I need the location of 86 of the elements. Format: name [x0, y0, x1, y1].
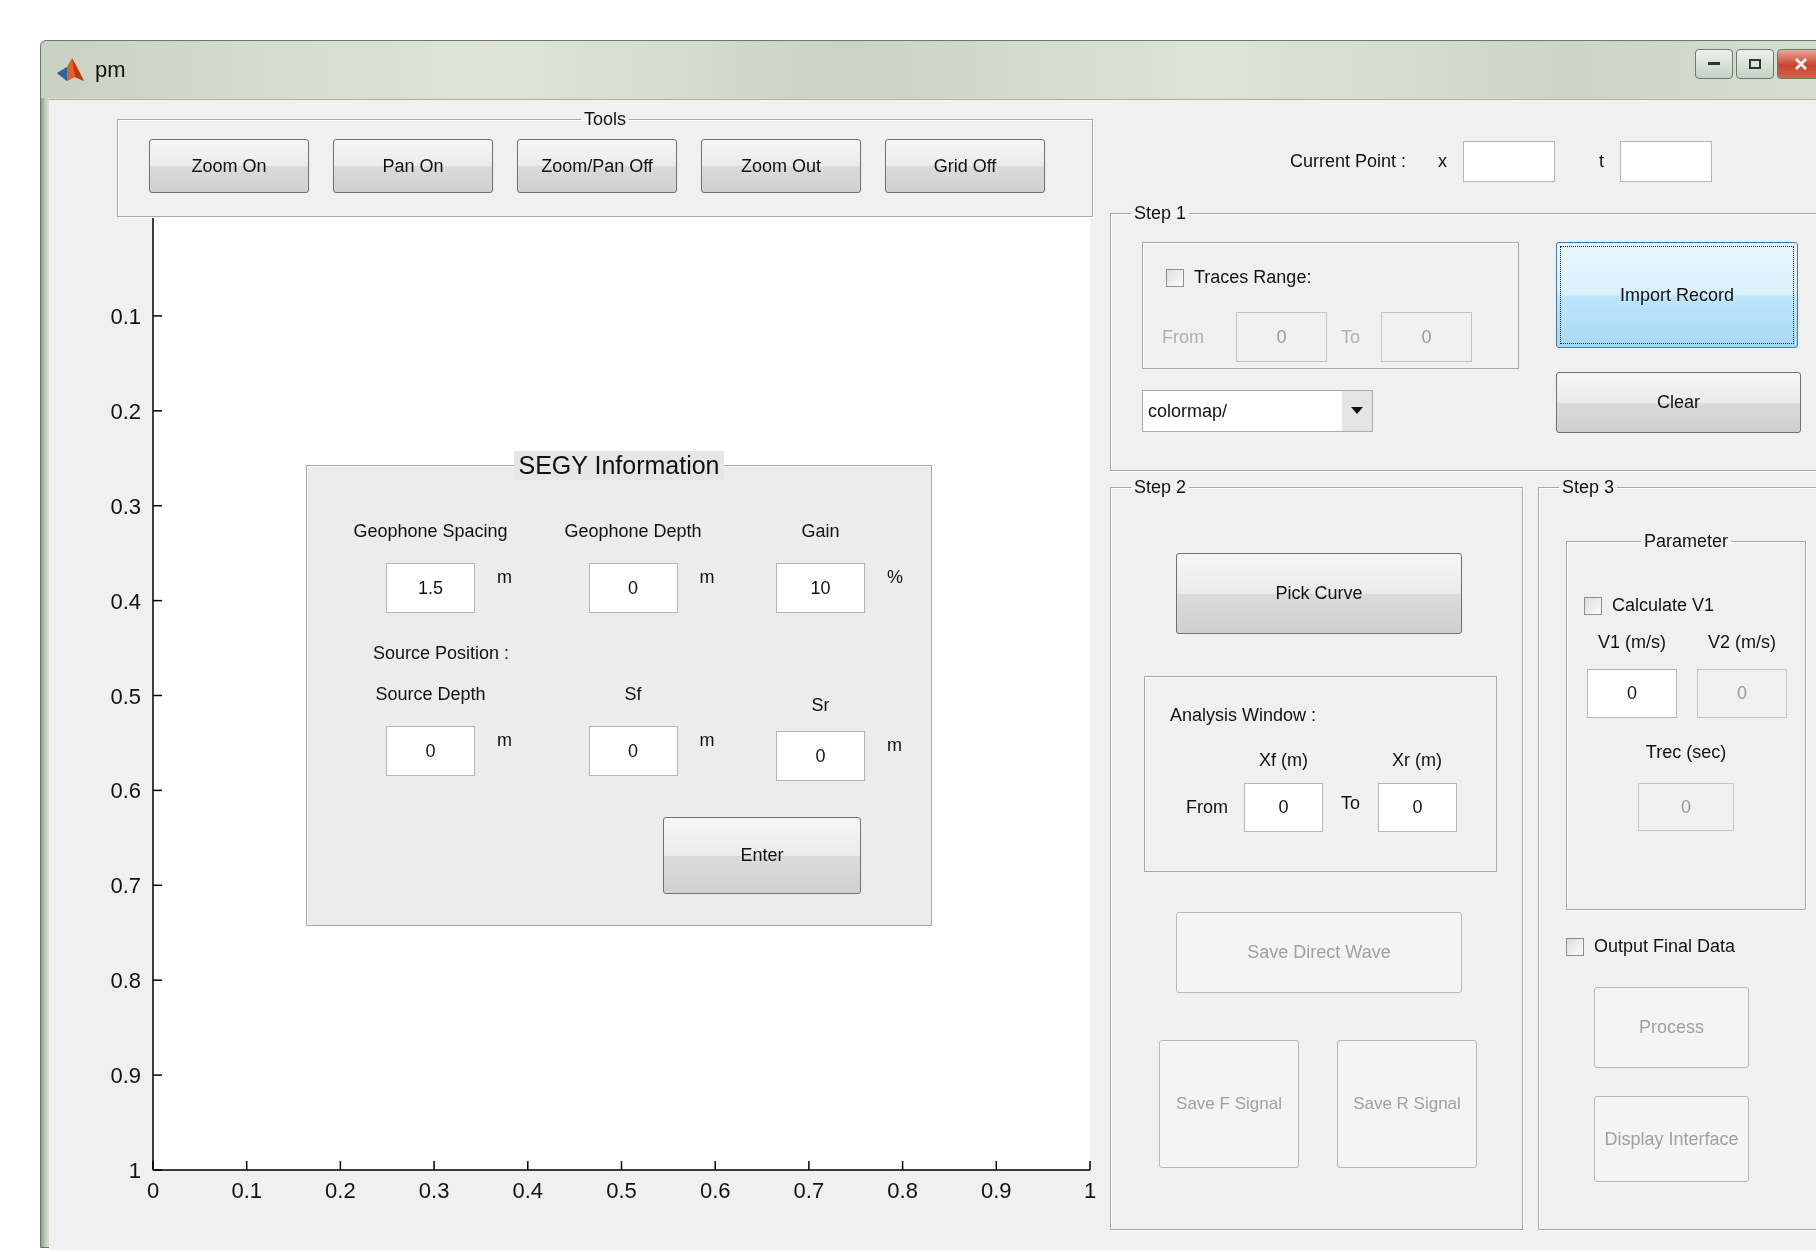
column-label: Xf (m): [1258, 749, 1309, 771]
field-label: Trec (sec): [1645, 742, 1727, 763]
caret-icon: [1351, 407, 1363, 415]
maximize-icon: [1749, 59, 1761, 69]
field-label: From: [1162, 326, 1205, 348]
tick-label: 0.9: [981, 1178, 1012, 1203]
field-label: Sr: [811, 694, 830, 716]
push-button[interactable]: Import Record: [1556, 242, 1798, 348]
field-label: Geophone Depth: [564, 520, 702, 542]
tick-label: 0.3: [418, 1178, 450, 1203]
minimize-icon: [1708, 62, 1720, 66]
field-label: Sf: [624, 683, 642, 705]
panel-title: Step 3: [1561, 477, 1616, 498]
push-button[interactable]: Enter: [663, 817, 861, 894]
tick-label: 0.9: [110, 1063, 141, 1089]
close-icon: [1794, 58, 1808, 70]
tick-label: 0.6: [110, 778, 141, 804]
panel-title: Analysis Window :: [1170, 704, 1318, 726]
field-label: To: [1340, 793, 1361, 814]
input-field[interactable]: 1.5: [386, 563, 475, 613]
current-point-label: Current Point :: [1290, 151, 1407, 172]
tick-label: 0.6: [699, 1178, 731, 1203]
input-field[interactable]: 0: [1378, 783, 1457, 832]
input-field[interactable]: 0: [588, 726, 678, 776]
field-label: To: [1341, 326, 1361, 348]
input-field[interactable]: 0: [776, 731, 865, 781]
tick-label: 0.4: [512, 1178, 544, 1203]
colormap-dropdown[interactable]: colormap/: [1142, 390, 1373, 432]
unit-label: m: [497, 730, 513, 751]
push-button[interactable]: Clear: [1556, 372, 1801, 433]
panel-title: SEGY Information: [514, 451, 724, 480]
field-label: Gain: [801, 520, 840, 542]
push-button[interactable]: Zoom Out: [701, 139, 861, 193]
field-label: Source Depth: [375, 683, 486, 705]
unit-label: m: [699, 567, 716, 588]
maximize-button[interactable]: [1736, 49, 1774, 79]
push-button[interactable]: Zoom/Pan Off: [517, 139, 677, 193]
checkbox-label: Output Final Data: [1594, 936, 1736, 957]
input-field[interactable]: [1463, 141, 1556, 182]
unit-label: %: [887, 567, 904, 588]
tick-label: 0.8: [887, 1178, 918, 1203]
tick-label: 0.5: [606, 1178, 637, 1203]
tick-label: 0.7: [110, 873, 141, 899]
tick-label: 0.2: [325, 1178, 356, 1203]
tick-label: 0.5: [110, 683, 141, 709]
panel-title: Step 2: [1133, 477, 1188, 498]
tick-label: 0.2: [110, 398, 141, 424]
tick-label: 0.4: [110, 588, 141, 614]
tick-label: 0: [146, 1178, 160, 1203]
input-field[interactable]: 0: [1587, 669, 1677, 718]
tick-label: 0.8: [110, 968, 141, 994]
field-label: x: [1438, 151, 1448, 172]
input-field[interactable]: [1620, 141, 1713, 182]
push-button[interactable]: Zoom On: [149, 139, 309, 193]
unit-label: m: [887, 735, 903, 756]
field-label: t: [1599, 151, 1605, 172]
push-button[interactable]: Grid Off: [885, 139, 1045, 193]
push-button[interactable]: Pick Curve: [1176, 553, 1462, 634]
minimize-button[interactable]: [1695, 49, 1733, 79]
tick-label: 0.3: [110, 493, 141, 519]
panel-title: Step 1: [1133, 203, 1188, 224]
tick-label: 1: [1083, 1178, 1097, 1203]
field-label: V2 (m/s): [1708, 632, 1776, 653]
checkbox-label: Calculate V1: [1612, 595, 1715, 616]
section-label: Source Position :: [373, 642, 511, 664]
field-label: From: [1186, 797, 1229, 818]
tick-label: 0.7: [793, 1178, 825, 1203]
input-field[interactable]: 10: [776, 563, 865, 613]
tick-label: 0.1: [231, 1178, 262, 1203]
input-field[interactable]: 0: [386, 726, 475, 776]
unit-label: m: [497, 567, 513, 588]
input-field[interactable]: 0: [1244, 783, 1323, 832]
tick-label: 0.1: [110, 303, 141, 329]
checkbox[interactable]: [1584, 596, 1602, 615]
input-field[interactable]: 0: [588, 563, 678, 613]
panel-title: Parameter: [1642, 531, 1729, 552]
field-label: Geophone Spacing: [353, 520, 508, 542]
unit-label: m: [699, 730, 716, 751]
checkbox[interactable]: [1566, 937, 1584, 956]
window-title: pm: [95, 56, 126, 83]
field-label: V1 (m/s): [1598, 632, 1666, 653]
tick-label: 1: [128, 1158, 141, 1183]
push-button[interactable]: Pan On: [333, 139, 493, 193]
checkbox-label: Traces Range:: [1194, 267, 1312, 288]
column-label: Xr (m): [1391, 749, 1443, 771]
panel-title: Tools: [583, 109, 627, 130]
